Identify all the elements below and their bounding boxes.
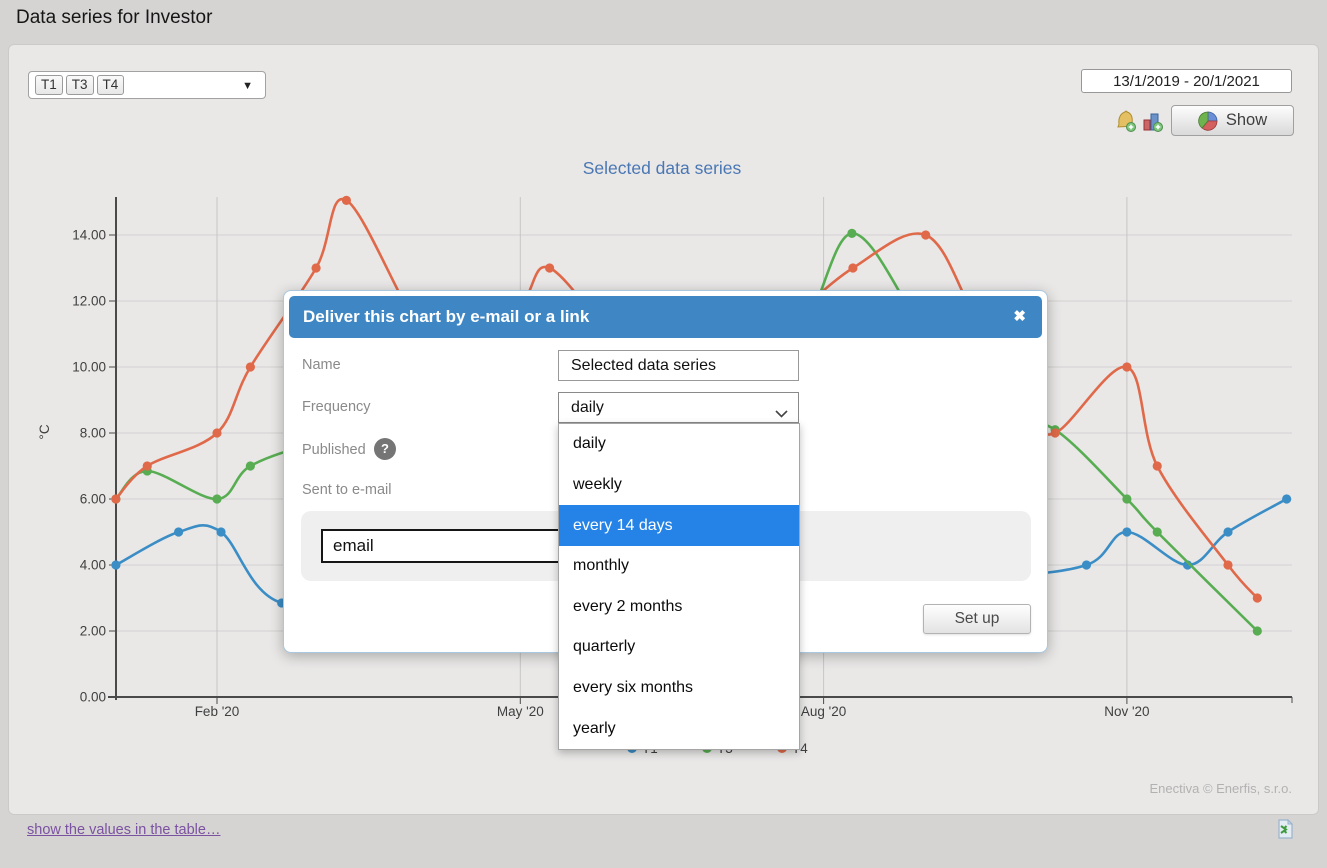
option-monthly[interactable]: monthly (559, 546, 799, 587)
svg-text:14.00: 14.00 (72, 228, 106, 243)
svg-text:6.00: 6.00 (80, 492, 106, 507)
svg-text:Selected data series: Selected data series (583, 158, 742, 178)
published-label: Published (302, 442, 366, 458)
svg-text:°C: °C (37, 424, 52, 439)
frequency-label: Frequency (302, 399, 371, 415)
chevron-down-icon (775, 405, 788, 423)
svg-text:Nov '20: Nov '20 (1104, 704, 1149, 719)
svg-text:12.00: 12.00 (72, 294, 106, 309)
svg-text:10.00: 10.00 (72, 360, 106, 375)
option-weekly[interactable]: weekly (559, 465, 799, 506)
sent-to-email-label: Sent to e-mail (302, 482, 391, 498)
frequency-select[interactable]: daily (558, 392, 799, 423)
excel-export-icon[interactable] (1276, 819, 1295, 845)
show-values-table-link[interactable]: show the values in the table… (27, 822, 220, 838)
option-daily[interactable]: daily (559, 424, 799, 465)
close-icon[interactable]: ✖ (1013, 296, 1026, 338)
svg-text:Aug '20: Aug '20 (801, 704, 846, 719)
svg-text:Enectiva © Enerfis, s.r.o.: Enectiva © Enerfis, s.r.o. (1149, 781, 1292, 796)
help-icon[interactable]: ? (374, 438, 396, 460)
frequency-dropdown-list: daily weekly every 14 days monthly every… (558, 423, 800, 750)
option-every-2-months[interactable]: every 2 months (559, 587, 799, 628)
set-up-button[interactable]: Set up (923, 604, 1031, 634)
svg-text:0.00: 0.00 (80, 690, 106, 705)
svg-text:8.00: 8.00 (80, 426, 106, 441)
option-quarterly[interactable]: quarterly (559, 627, 799, 668)
svg-text:2.00: 2.00 (80, 624, 106, 639)
svg-text:4.00: 4.00 (80, 558, 106, 573)
svg-text:May '20: May '20 (497, 704, 544, 719)
option-every-14-days[interactable]: every 14 days (559, 505, 799, 546)
option-yearly[interactable]: yearly (559, 708, 799, 749)
frequency-selected-value: daily (571, 399, 604, 417)
modal-title: Deliver this chart by e-mail or a link (303, 307, 589, 326)
svg-text:Feb '20: Feb '20 (195, 704, 240, 719)
name-label: Name (302, 357, 341, 373)
option-every-six-months[interactable]: every six months (559, 668, 799, 709)
name-input[interactable] (558, 350, 799, 381)
modal-header: Deliver this chart by e-mail or a link ✖ (289, 296, 1042, 338)
